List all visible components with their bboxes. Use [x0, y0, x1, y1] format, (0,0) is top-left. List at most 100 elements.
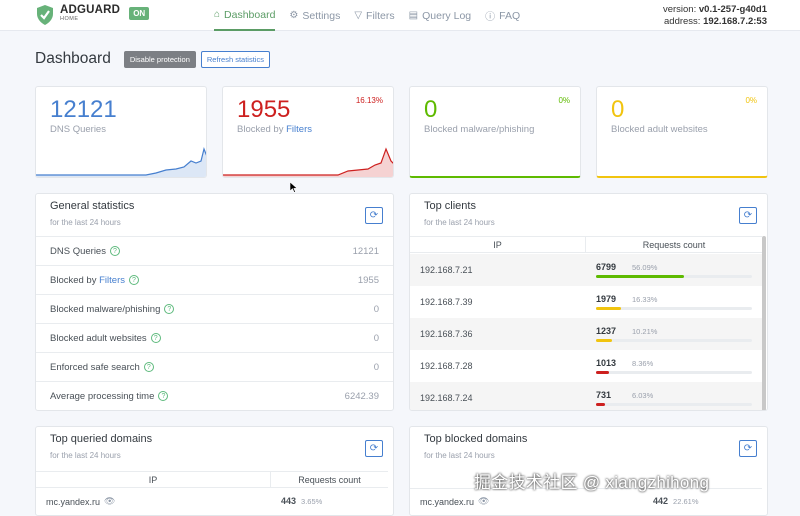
table-row: mc.yandex.ru 👁 [46, 496, 115, 507]
row-value: 0 [373, 332, 379, 344]
stat-label: Blocked by Filters [237, 124, 312, 135]
page-title: Dashboard [35, 50, 111, 67]
help-icon[interactable]: ? [164, 304, 175, 314]
client-ip: 192.168.7.36 [420, 329, 473, 339]
column-header-ip[interactable]: IP [410, 237, 586, 252]
watermark: 掘金技术社区 @ xiangzhihong [474, 473, 710, 492]
blocked-sparkline [223, 147, 393, 177]
nav-filters[interactable]: ▽ Filters [354, 0, 394, 31]
count-cell: 731 6.03% [586, 382, 762, 410]
nav-settings[interactable]: ⚙ Settings [289, 0, 340, 31]
refresh-icon: ⟳ [369, 210, 379, 221]
home-icon: ⌂ [214, 9, 221, 20]
table-row: 192.168.7.24 731 6.03% [410, 382, 762, 410]
status-badge: ON [129, 6, 150, 20]
table-row: 192.168.7.39 1979 16.33% [410, 286, 762, 318]
refresh-icon: ⟳ [369, 443, 379, 454]
table-row: 192.168.7.36 1237 10.21% [410, 318, 762, 350]
table-header: IP Requests count [36, 471, 388, 488]
filters-link[interactable]: Filters [286, 124, 312, 135]
refresh-button[interactable]: ⟳ [365, 440, 383, 457]
column-header-ip[interactable]: IP [36, 472, 271, 487]
progress-fill [596, 339, 612, 342]
stat-value: 0 [611, 96, 625, 123]
eye-icon[interactable]: 👁 [478, 496, 489, 507]
count-cell: 1013 8.36% [586, 350, 762, 382]
nav-query-log[interactable]: ▤ Query Log [409, 0, 471, 31]
row-label: Enforced safe search [50, 361, 140, 373]
nav-label: Settings [302, 9, 341, 22]
eye-icon[interactable]: 👁 [104, 496, 115, 507]
request-count: 1979 [596, 294, 617, 304]
progress-bar [596, 307, 752, 310]
stat-value: 12121 [50, 96, 117, 123]
stat-row: Blocked by Filters? 1955 [36, 265, 393, 294]
nav-dashboard[interactable]: ⌂ Dashboard [214, 0, 276, 31]
top-clients-card: Top clients for the last 24 hours ⟳ IP R… [409, 193, 768, 411]
request-percent: 56.09% [632, 263, 658, 272]
card-title: Top clients [424, 200, 476, 212]
shield-logo-icon [37, 5, 53, 25]
address-value: 192.168.7.2:53 [703, 16, 767, 27]
document-icon: ▤ [408, 10, 419, 21]
top-navbar: ADGUARD HOME ON ⌂ Dashboard ⚙ Settings ▽ Fi… [0, 0, 800, 31]
help-icon[interactable]: ? [129, 275, 139, 285]
help-icon[interactable]: ? [143, 362, 154, 372]
refresh-statistics-button[interactable]: Refresh statistics [200, 50, 270, 68]
stat-percent: 0% [745, 96, 757, 105]
count-cell: 1979 16.33% [586, 286, 762, 318]
general-statistics-card: General statistics for the last 24 hours… [35, 193, 394, 411]
client-ip: 192.168.7.28 [420, 361, 473, 371]
client-ip: 192.168.7.24 [420, 393, 473, 403]
nav-label: Dashboard [224, 8, 276, 21]
count-cell: 1237 10.21% [586, 318, 762, 350]
progress-bar [596, 371, 752, 374]
stat-percent: 0% [558, 96, 570, 105]
stat-label: DNS Queries [50, 124, 106, 135]
table-header: IP Requests count [410, 236, 762, 253]
card-title: General statistics [50, 200, 135, 212]
table-row: 192.168.7.28 1013 8.36% [410, 350, 762, 382]
progress-fill [596, 403, 606, 406]
mouse-cursor-icon [290, 182, 298, 193]
row-label: Blocked by [50, 274, 97, 286]
help-icon: ⓘ [485, 12, 496, 23]
version-label: version: [662, 4, 697, 15]
nav-label: FAQ [499, 9, 521, 22]
brand-name: ADGUARD [60, 4, 121, 16]
request-percent: 3.65% [301, 497, 323, 506]
logo[interactable]: ADGUARD HOME ON [35, 4, 150, 26]
stat-percent: 16.13% [355, 96, 383, 105]
table-row: mc.yandex.ru 👁 [420, 496, 489, 507]
request-count: 1237 [596, 326, 617, 336]
top-queried-domains-card: Top queried domains for the last 24 hour… [35, 426, 394, 516]
column-header-count[interactable]: Requests count [271, 472, 388, 487]
request-percent: 16.33% [632, 295, 658, 304]
help-icon[interactable]: ? [158, 391, 169, 401]
scrollbar[interactable] [762, 236, 766, 410]
request-count: 443 [281, 496, 297, 506]
filters-link[interactable]: Filters [99, 275, 125, 286]
help-icon[interactable]: ? [150, 333, 161, 343]
nav-faq[interactable]: ⓘ FAQ [485, 0, 520, 31]
column-header-count[interactable]: Requests count [586, 237, 762, 252]
adult-card: 0 Blocked adult websites 0% [596, 86, 768, 178]
progress-bar [596, 403, 752, 406]
request-percent: 6.03% [632, 391, 654, 400]
row-value: 0 [373, 361, 379, 373]
disable-protection-button[interactable]: Disable protection [123, 50, 196, 68]
card-subtitle: for the last 24 hours [50, 218, 121, 227]
progress-fill [596, 307, 622, 310]
request-percent: 8.36% [632, 359, 654, 368]
help-icon[interactable]: ? [109, 246, 120, 256]
gear-icon: ⚙ [289, 10, 299, 21]
refresh-button[interactable]: ⟳ [739, 440, 757, 457]
card-subtitle: for the last 24 hours [424, 218, 495, 227]
count-cell: 6799 56.09% [586, 254, 762, 286]
refresh-button[interactable]: ⟳ [739, 207, 757, 224]
refresh-button[interactable]: ⟳ [365, 207, 383, 224]
address-label: address: [664, 16, 701, 27]
stat-row: Average processing time? 6242.39 [36, 381, 393, 410]
row-label: Average processing time [50, 390, 155, 402]
row-label: Blocked malware/phishing [50, 303, 161, 315]
